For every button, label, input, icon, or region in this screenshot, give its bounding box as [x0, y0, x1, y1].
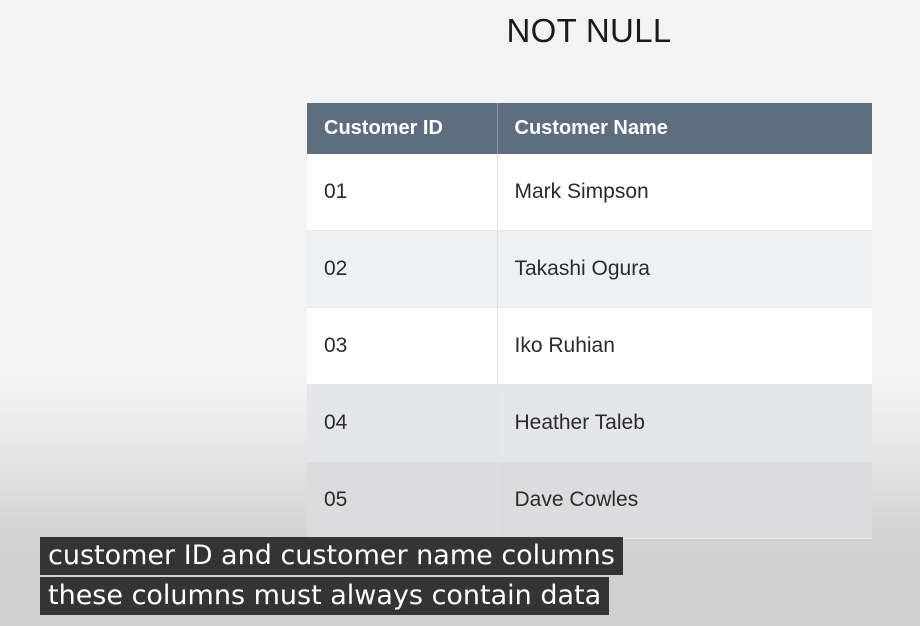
column-header-customer-name: Customer Name	[497, 103, 872, 154]
table-row: 04 Heather Taleb	[307, 384, 872, 462]
customer-name-cell: Takashi Ogura	[497, 230, 872, 308]
caption-line-2: these columns must always contain data	[40, 577, 610, 615]
customer-id-cell: 04	[307, 384, 498, 462]
customer-id-cell: 01	[307, 154, 498, 231]
customer-name-cell: Heather Taleb	[497, 384, 872, 462]
table-row: 03 Iko Ruhian	[307, 307, 872, 385]
table-row: 05 Dave Cowles	[307, 461, 872, 539]
table-header-row: Customer ID Customer Name	[307, 103, 872, 154]
table-row: 02 Takashi Ogura	[307, 230, 872, 308]
customer-id-cell: 03	[307, 307, 498, 385]
table-row: 01 Mark Simpson	[307, 154, 872, 231]
customer-id-cell: 02	[307, 230, 498, 308]
slide-title: NOT NULL	[506, 12, 672, 49]
video-captions: customer ID and customer name columns th…	[40, 537, 623, 617]
column-header-customer-id: Customer ID	[307, 103, 498, 154]
customers-table: Customer ID Customer Name 01 Mark Simpso…	[307, 103, 872, 539]
caption-line-1: customer ID and customer name columns	[40, 537, 623, 575]
customer-name-cell: Iko Ruhian	[497, 307, 872, 385]
customer-name-cell: Mark Simpson	[497, 154, 872, 231]
customer-id-cell: 05	[307, 461, 498, 539]
customer-name-cell: Dave Cowles	[497, 461, 872, 539]
